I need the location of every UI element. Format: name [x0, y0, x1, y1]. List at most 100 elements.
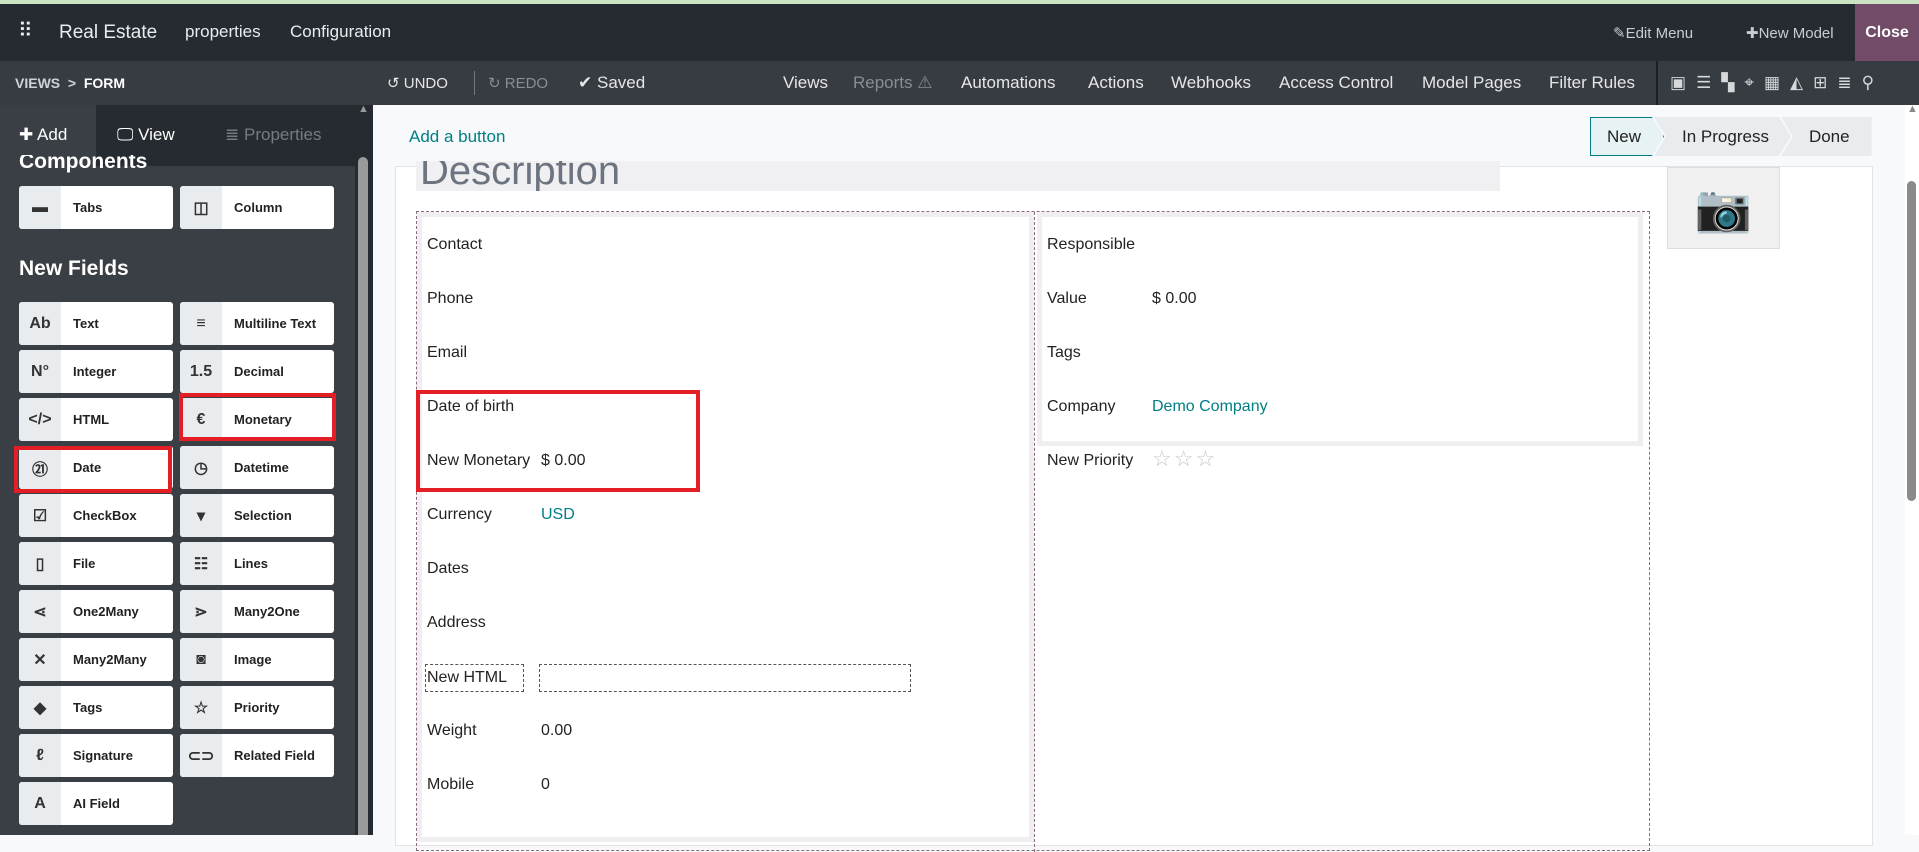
- menu-model-pages[interactable]: Model Pages: [1422, 73, 1521, 93]
- field-label[interactable]: Weight: [427, 722, 477, 740]
- map-view-icon[interactable]: ⌖: [1744, 73, 1754, 93]
- highlight-new-fields: [416, 390, 700, 492]
- edit-menu-button[interactable]: ✎Edit Menu: [1613, 24, 1693, 42]
- calendar-view-icon[interactable]: ▦: [1764, 73, 1780, 93]
- field-value[interactable]: 0: [541, 776, 550, 794]
- menu-properties[interactable]: properties: [185, 22, 261, 42]
- field-label[interactable]: Dates: [427, 560, 469, 578]
- new-model-button[interactable]: ✚New Model: [1746, 24, 1834, 42]
- form-view-icon[interactable]: ▣: [1670, 73, 1686, 93]
- field-button-signature[interactable]: ℓ Signature: [19, 734, 173, 777]
- sidebar-scrollbar[interactable]: ▲: [355, 105, 373, 835]
- field-label[interactable]: Responsible: [1047, 236, 1135, 254]
- close-button[interactable]: Close: [1855, 4, 1919, 61]
- menu-configuration[interactable]: Configuration: [290, 22, 391, 42]
- field-button-label: Priority: [234, 700, 280, 715]
- status-in-progress[interactable]: In Progress: [1654, 117, 1791, 156]
- field-label[interactable]: New HTML: [425, 664, 524, 692]
- field-button-text[interactable]: Ab Text: [19, 302, 173, 345]
- status-new[interactable]: New: [1590, 117, 1664, 156]
- undo-button[interactable]: ↺ UNDO: [387, 74, 448, 92]
- field-button-file[interactable]: ▯ File: [19, 542, 173, 585]
- field-label[interactable]: Company: [1047, 398, 1115, 416]
- priority-stars[interactable]: ☆☆☆: [1152, 446, 1217, 472]
- left-group: Contact Phone Email Date of birth New Moneta…: [417, 212, 1034, 842]
- menu-reports[interactable]: Reports ⚠: [853, 73, 933, 93]
- field-button-many2one[interactable]: ⋗ Many2One: [180, 590, 334, 633]
- star-icon[interactable]: ☆: [1152, 446, 1172, 471]
- menu-automations[interactable]: Automations: [961, 73, 1056, 93]
- add-a-button[interactable]: Add a button: [409, 127, 505, 147]
- field-value[interactable]: 0.00: [541, 722, 572, 740]
- pivot-view-icon[interactable]: ⊞: [1813, 73, 1827, 93]
- field-button-decimal[interactable]: 1.5 Decimal: [180, 350, 334, 393]
- field-button-image[interactable]: ◙ Image: [180, 638, 334, 681]
- menu-views[interactable]: Views: [783, 73, 828, 93]
- redo-icon: ↻: [488, 75, 501, 92]
- undo-icon: ↺: [387, 75, 400, 92]
- field-button-integer[interactable]: N° Integer: [19, 350, 173, 393]
- tab-view[interactable]: 🖵 View: [117, 125, 175, 145]
- menu-access-control[interactable]: Access Control: [1279, 73, 1393, 93]
- check-icon: ✔: [578, 73, 593, 92]
- field-button-one2many[interactable]: ⋖ One2Many: [19, 590, 173, 633]
- field-button-priority[interactable]: ☆ Priority: [180, 686, 334, 729]
- field-button-many2many[interactable]: ✕ Many2Many: [19, 638, 173, 681]
- field-button-multiline-text[interactable]: ≡ Multiline Text: [180, 302, 334, 345]
- datetime-icon: ◷: [180, 446, 222, 489]
- field-label[interactable]: Contact: [427, 236, 482, 254]
- field-label[interactable]: Currency: [427, 506, 492, 524]
- field-button-tabs[interactable]: ▬ Tabs: [19, 186, 173, 229]
- page-scrollbar[interactable]: ▲: [1905, 103, 1919, 835]
- graph-view-icon[interactable]: ◭: [1790, 73, 1803, 93]
- field-value[interactable]: USD: [541, 506, 575, 524]
- apps-grid-icon[interactable]: ⠿: [18, 18, 33, 43]
- plus-icon: ✚: [1746, 25, 1759, 42]
- list-view-icon[interactable]: ☰: [1696, 73, 1711, 93]
- field-button-label: AI Field: [73, 796, 120, 811]
- field-value[interactable]: $ 0.00: [1152, 290, 1196, 308]
- field-button-column[interactable]: ◫ Column: [180, 186, 334, 229]
- menu-webhooks[interactable]: Webhooks: [1171, 73, 1251, 93]
- image-upload[interactable]: 📷: [1667, 167, 1780, 249]
- form-field-row: New Priority ☆☆☆: [1042, 446, 1638, 476]
- field-label[interactable]: Value: [1047, 290, 1087, 308]
- app-name[interactable]: Real Estate: [59, 22, 157, 44]
- star-icon[interactable]: ☆: [1195, 446, 1215, 471]
- star-icon[interactable]: ☆: [1174, 446, 1194, 471]
- html-field-input[interactable]: [539, 664, 911, 692]
- form-field-row: Value $ 0.00: [1042, 284, 1638, 314]
- field-button-html[interactable]: </> HTML: [19, 398, 173, 441]
- tab-add[interactable]: ✚ Add: [19, 125, 67, 145]
- menu-actions[interactable]: Actions: [1088, 73, 1144, 93]
- field-button-related-field[interactable]: ⊂⊃ Related Field: [180, 734, 334, 777]
- scroll-up-icon[interactable]: ▲: [1907, 103, 1918, 115]
- field-button-datetime[interactable]: ◷ Datetime: [180, 446, 334, 489]
- highlight-monetary: [179, 393, 336, 441]
- field-button-selection[interactable]: ▾ Selection: [180, 494, 334, 537]
- field-button-checkbox[interactable]: ☑ CheckBox: [19, 494, 173, 537]
- field-label[interactable]: Tags: [1047, 344, 1081, 362]
- field-label[interactable]: Email: [427, 344, 467, 362]
- field-button-tags[interactable]: ◆ Tags: [19, 686, 173, 729]
- field-label[interactable]: Mobile: [427, 776, 474, 794]
- kanban-view-icon[interactable]: ▚: [1721, 73, 1734, 93]
- activity-view-icon[interactable]: ≣: [1837, 73, 1851, 93]
- field-button-lines[interactable]: ☷ Lines: [180, 542, 334, 585]
- warning-icon: ⚠: [917, 73, 933, 92]
- tab-properties[interactable]: ≣ Properties: [225, 125, 321, 145]
- field-button-ai-field[interactable]: A AI Field: [19, 782, 173, 825]
- field-label[interactable]: Phone: [427, 290, 473, 308]
- sidebar-scroll-thumb[interactable]: [358, 157, 368, 835]
- title-field[interactable]: Description: [416, 161, 1500, 191]
- page-scroll-thumb[interactable]: [1907, 181, 1916, 501]
- redo-button[interactable]: ↻ REDO: [488, 74, 548, 92]
- breadcrumb-views[interactable]: VIEWS: [15, 75, 60, 91]
- field-value[interactable]: Demo Company: [1152, 398, 1268, 416]
- search-view-icon[interactable]: ⚲: [1862, 73, 1874, 93]
- field-label[interactable]: New Priority: [1047, 452, 1133, 470]
- menu-filter-rules[interactable]: Filter Rules: [1549, 73, 1635, 93]
- scroll-up-icon[interactable]: ▲: [358, 105, 369, 115]
- field-label[interactable]: Address: [427, 614, 486, 632]
- status-done[interactable]: Done: [1780, 117, 1872, 156]
